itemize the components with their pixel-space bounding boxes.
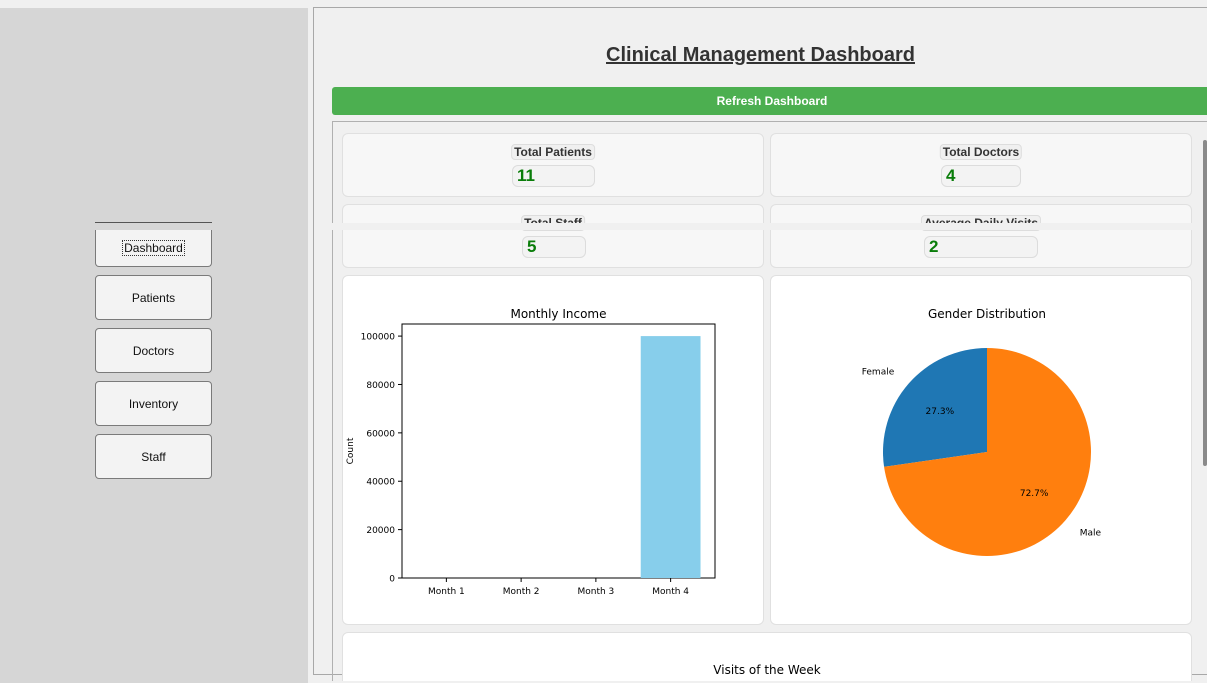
stat-label: Total Patients: [511, 144, 595, 160]
dashboard-scroll-area[interactable]: Total Patients 11 Total Doctors 4 Total …: [332, 121, 1207, 681]
x-tick-label: Month 2: [503, 587, 540, 597]
gender-distribution-chart: Gender Distribution Female 27.3% Male 72.7%: [862, 307, 1102, 556]
chart-title: Gender Distribution: [928, 307, 1046, 321]
sidebar-item-doctors[interactable]: Doctors: [95, 328, 212, 373]
y-tick-label: 60000: [366, 429, 395, 439]
y-tick-label: 80000: [366, 381, 395, 391]
stat-card-total-patients: Total Patients 11: [342, 133, 764, 197]
stat-value: 11: [512, 165, 595, 187]
pie-label: Female: [862, 368, 895, 378]
sidebar-item-staff[interactable]: Staff: [95, 434, 212, 479]
refresh-dashboard-button[interactable]: Refresh Dashboard: [332, 87, 1207, 115]
x-tick-label: Month 4: [652, 587, 689, 597]
monthly-income-card: Monthly Income 0 20000 40000 60000 80000 10000…: [342, 275, 764, 625]
sidebar-item-label: Inventory: [128, 396, 179, 411]
stat-value: 5: [522, 236, 586, 258]
bar: [640, 336, 701, 578]
visits-of-the-week-card: Visits of the Week: [342, 632, 1192, 681]
page-title: Clinical Management Dashboard: [606, 44, 915, 66]
vertical-scrollbar[interactable]: [1203, 140, 1207, 466]
main-panel: Clinical Management Dashboard Refresh Da…: [313, 7, 1207, 681]
stat-value: 2: [924, 236, 1038, 258]
sidebar-item-label: Staff: [141, 449, 166, 464]
chart-title: Monthly Income: [510, 307, 606, 321]
stat-card-total-doctors: Total Doctors 4: [770, 133, 1192, 197]
sidebar: Dashboard Patients Doctors Inventory Sta…: [0, 8, 308, 683]
y-tick-label: 40000: [366, 478, 395, 488]
pie-label: Male: [1080, 528, 1102, 538]
sidebar-item-label: Patients: [131, 290, 176, 305]
pie-percent-label: 72.7%: [1020, 489, 1049, 499]
sidebar-item-dashboard[interactable]: Dashboard: [95, 230, 212, 267]
sidebar-item-label: Dashboard: [122, 240, 185, 256]
y-tick-label: 100000: [361, 333, 396, 343]
x-tick-label: Month 3: [577, 587, 614, 597]
stat-label: Total Doctors: [939, 144, 1023, 160]
y-tick-label: 20000: [366, 526, 395, 536]
pie-percent-label: 27.3%: [926, 407, 955, 417]
gender-distribution-card: Gender Distribution Female 27.3% Male 72.7%: [770, 275, 1192, 625]
stat-card-average-daily-visits: Average Daily Visits 2: [770, 204, 1192, 268]
y-tick-label: 0: [389, 575, 395, 585]
sidebar-item-label: Doctors: [132, 343, 175, 358]
x-tick-label: Month 1: [428, 587, 465, 597]
stat-card-total-staff: Total Staff 5: [342, 204, 764, 268]
render-seam: [332, 223, 1207, 230]
sidebar-item-inventory[interactable]: Inventory: [95, 381, 212, 426]
y-axis-label: Count: [346, 437, 356, 464]
monthly-income-chart: Monthly Income 0 20000 40000 60000 80000 10000…: [346, 307, 716, 597]
visits-chart-title: Visits of the Week: [713, 663, 821, 677]
sidebar-divider: [95, 222, 212, 223]
stat-value: 4: [941, 165, 1021, 187]
sidebar-item-patients[interactable]: Patients: [95, 275, 212, 320]
